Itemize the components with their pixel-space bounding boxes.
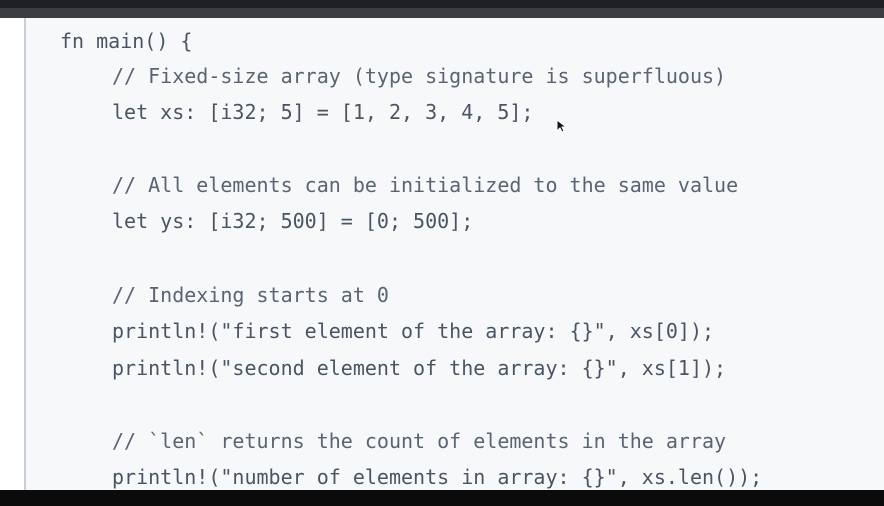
editor-gutter	[0, 18, 26, 490]
bottom-window-bar	[0, 490, 884, 506]
code-line-1: fn main() {	[60, 29, 193, 53]
mouse-pointer-icon	[556, 119, 566, 133]
code-comment-indexing: // Indexing starts at 0	[112, 283, 389, 307]
code-line-print-length: println!("number of elements in array: {…	[112, 465, 763, 489]
code-editor[interactable]: fn main() { // Fixed-size array (type si…	[26, 18, 884, 490]
code-line-ys-declaration: let ys: [i32; 500] = [0; 500];	[112, 209, 474, 233]
code-line-print-first-element: println!("first element of the array: {}…	[112, 319, 715, 343]
code-comment-len: // `len` returns the count of elements i…	[112, 429, 727, 453]
screen: fn main() { // Fixed-size array (type si…	[0, 0, 884, 506]
code-line-xs-declaration: let xs: [i32; 5] = [1, 2, 3, 4, 5];	[112, 100, 534, 124]
top-window-bar	[0, 0, 884, 18]
code-comment-fixed-size-array: // Fixed-size array (type signature is s…	[112, 64, 727, 88]
top-bar-strip	[0, 0, 884, 8]
code-comment-same-value: // All elements can be initialized to th…	[112, 173, 739, 197]
code-line-print-second-element: println!("second element of the array: {…	[112, 356, 727, 380]
